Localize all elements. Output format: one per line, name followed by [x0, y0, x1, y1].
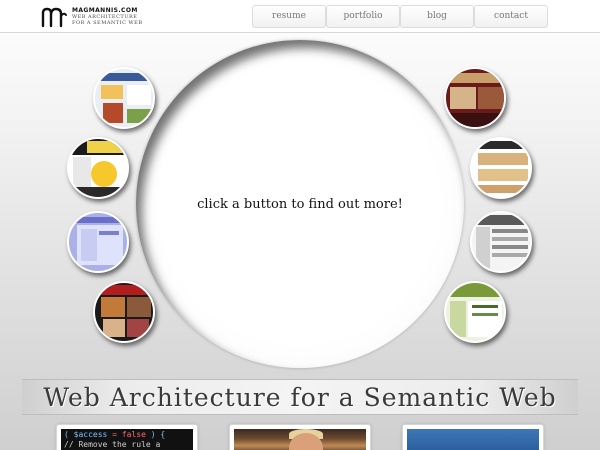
code-line1-prefix: (	[64, 430, 74, 439]
feature-card-code[interactable]: ( $access = false ) { // Remove the rule…	[56, 424, 198, 450]
nav-contact[interactable]: contact	[474, 5, 548, 28]
code-var: $access	[73, 430, 108, 439]
feature-card-photo[interactable]	[229, 424, 371, 450]
site-logo[interactable]: MAGMANNIS.COM WEB ARCHITECTURE FOR A SEM…	[40, 5, 170, 29]
info-prompt: click a button to find out more!	[197, 196, 403, 212]
nav-resume[interactable]: resume	[252, 5, 326, 28]
code-rest: ) {	[145, 430, 166, 439]
portfolio-thumb-2[interactable]	[67, 137, 129, 199]
nav-portfolio[interactable]: portfolio	[326, 5, 400, 28]
code-keyword: false	[121, 430, 146, 439]
logo-m-icon	[41, 7, 67, 28]
feature-card-blue[interactable]	[402, 424, 544, 450]
code-op: =	[107, 430, 122, 439]
code-preview: ( $access = false ) { // Remove the rule…	[61, 429, 193, 450]
portfolio-thumb-7[interactable]	[470, 211, 532, 273]
portfolio-thumb-4[interactable]	[93, 281, 155, 343]
info-circle: click a button to find out more!	[136, 40, 464, 368]
nav-blog[interactable]: blog	[400, 5, 474, 28]
logo-tagline-2: FOR A SEMANTIC WEB	[72, 20, 143, 26]
banner-title: Web Architecture for a Semantic Web	[43, 382, 557, 412]
blue-preview	[407, 429, 539, 450]
tagline-banner: Web Architecture for a Semantic Web	[22, 379, 578, 415]
portfolio-thumb-1[interactable]	[93, 67, 155, 129]
main-nav: resume portfolio blog contact	[252, 5, 548, 28]
portfolio-thumb-5[interactable]	[444, 67, 506, 129]
portrait-photo	[234, 429, 366, 450]
code-comment: // Remove the rule a	[64, 440, 161, 449]
site-header: MAGMANNIS.COM WEB ARCHITECTURE FOR A SEM…	[0, 0, 600, 33]
portfolio-thumb-8[interactable]	[444, 281, 506, 343]
portfolio-thumb-6[interactable]	[470, 137, 532, 199]
portfolio-thumb-3[interactable]	[67, 211, 129, 273]
